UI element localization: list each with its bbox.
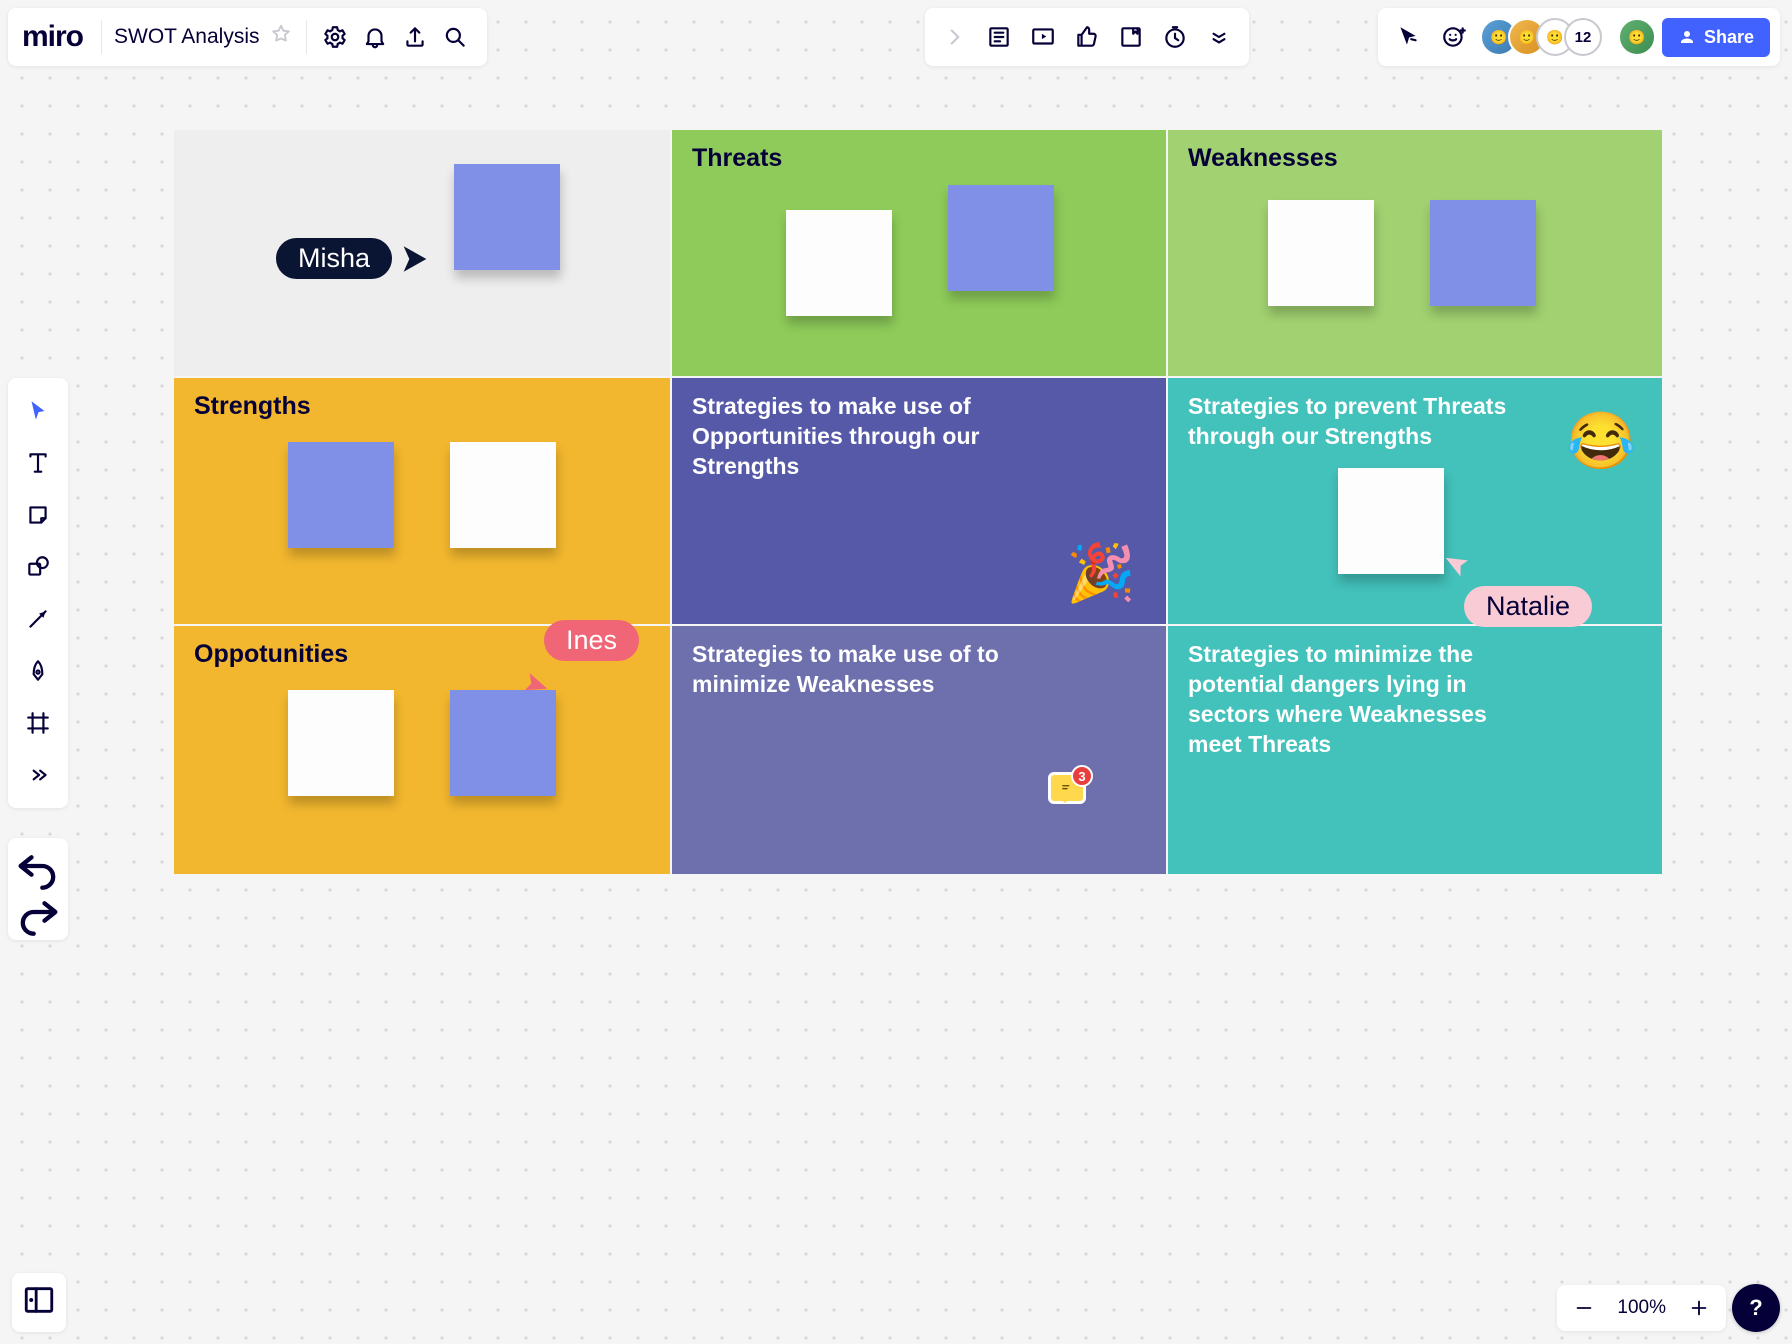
star-icon[interactable] bbox=[264, 23, 298, 51]
canvas[interactable]: Threats Weaknesses Strengths Strategies … bbox=[174, 130, 1654, 874]
swot-strategies-WO-cell[interactable]: Strategies to make use of to minimize We… bbox=[672, 626, 1166, 874]
sticky-note[interactable] bbox=[1338, 468, 1444, 574]
sticky-note[interactable] bbox=[1430, 200, 1536, 306]
cell-text: Strategies to prevent Threats through ou… bbox=[1188, 392, 1508, 452]
zoom-controls: 100% ? bbox=[1557, 1284, 1780, 1332]
help-button[interactable]: ? bbox=[1732, 1284, 1780, 1332]
comment-indicator[interactable]: 3 bbox=[1048, 772, 1086, 804]
pen-tool[interactable] bbox=[12, 646, 64, 696]
bell-icon[interactable] bbox=[355, 17, 395, 57]
shape-tool[interactable] bbox=[12, 542, 64, 592]
cell-text: Strategies to minimize the potential dan… bbox=[1188, 640, 1488, 760]
swot-weaknesses-cell[interactable]: Weaknesses bbox=[1168, 130, 1662, 376]
swot-strengths-cell[interactable]: Strengths bbox=[174, 378, 670, 624]
swot-strategies-SO-cell[interactable]: Strategies to make use of Opportunities … bbox=[672, 378, 1166, 624]
laughing-emoji-icon: 😂 bbox=[1566, 408, 1636, 474]
cell-title: Weaknesses bbox=[1188, 144, 1642, 173]
swot-threats-cell[interactable]: Threats bbox=[672, 130, 1166, 376]
cell-text: Strategies to make use of Opportunities … bbox=[692, 392, 1012, 482]
settings-icon[interactable] bbox=[315, 17, 355, 57]
thumbs-up-icon[interactable] bbox=[1067, 17, 1107, 57]
zoom-out-button[interactable] bbox=[1569, 1293, 1599, 1323]
cursor-misha: Misha bbox=[276, 238, 432, 279]
cell-text: Strategies to make use of to minimize We… bbox=[692, 640, 1012, 700]
cursor-icon bbox=[1440, 546, 1478, 584]
cursor-label: Misha bbox=[276, 238, 392, 279]
share-button-label: Share bbox=[1704, 27, 1754, 48]
cursor-icon bbox=[398, 242, 432, 276]
timer-icon[interactable] bbox=[1155, 17, 1195, 57]
share-button[interactable]: Share bbox=[1662, 18, 1770, 57]
chevron-right-icon[interactable] bbox=[935, 17, 975, 57]
sticky-note[interactable] bbox=[450, 442, 556, 548]
cursor-label: Natalie bbox=[1464, 586, 1592, 627]
app-logo[interactable]: miro bbox=[20, 20, 93, 54]
history-toolbar bbox=[8, 838, 68, 940]
more-icon[interactable] bbox=[1199, 17, 1239, 57]
cursor-natalie: Natalie bbox=[1444, 550, 1592, 627]
current-user-avatar[interactable]: 🙂 bbox=[1618, 18, 1656, 56]
zoom-in-button[interactable] bbox=[1684, 1293, 1714, 1323]
avatar-overflow-count[interactable]: 12 bbox=[1564, 18, 1602, 56]
sticky-note[interactable] bbox=[454, 164, 560, 270]
sticky-note[interactable] bbox=[288, 442, 394, 548]
cell-title: Strengths bbox=[194, 392, 650, 421]
text-tool[interactable] bbox=[12, 438, 64, 488]
party-popper-icon: 🎉 bbox=[1066, 540, 1136, 606]
divider bbox=[101, 20, 102, 54]
frames-panel-toggle[interactable] bbox=[12, 1273, 66, 1332]
cursor-icon bbox=[513, 664, 554, 705]
comment-count-badge: 3 bbox=[1071, 765, 1093, 787]
sticky-note[interactable] bbox=[450, 690, 556, 796]
zoom-level[interactable]: 100% bbox=[1617, 1297, 1666, 1319]
left-toolbar bbox=[8, 378, 68, 808]
connector-tool[interactable] bbox=[12, 594, 64, 644]
redo-button[interactable] bbox=[12, 890, 64, 934]
swot-strategies-WT-cell[interactable]: Strategies to minimize the potential dan… bbox=[1168, 626, 1662, 874]
board-title[interactable]: SWOT Analysis bbox=[110, 25, 263, 49]
present-icon[interactable] bbox=[1023, 17, 1063, 57]
collaborator-avatars[interactable]: 🙂 🙂 🙂 12 bbox=[1480, 18, 1602, 56]
select-tool[interactable] bbox=[12, 386, 64, 436]
comment-mode-icon[interactable] bbox=[1111, 17, 1151, 57]
search-icon[interactable] bbox=[435, 17, 475, 57]
sticky-note-tool[interactable] bbox=[12, 490, 64, 540]
cursor-label: Ines bbox=[544, 620, 639, 661]
hide-frames-icon[interactable] bbox=[979, 17, 1019, 57]
divider bbox=[306, 20, 307, 54]
cursor-select-icon[interactable] bbox=[1388, 17, 1428, 57]
topbar-left: miro SWOT Analysis bbox=[8, 8, 487, 66]
reactions-icon[interactable] bbox=[1434, 17, 1474, 57]
topbar-center bbox=[925, 8, 1249, 66]
cell-title: Threats bbox=[692, 144, 1146, 173]
sticky-note[interactable] bbox=[948, 185, 1054, 291]
sticky-note[interactable] bbox=[288, 690, 394, 796]
more-tools[interactable] bbox=[12, 750, 64, 800]
sticky-note[interactable] bbox=[1268, 200, 1374, 306]
upload-icon[interactable] bbox=[395, 17, 435, 57]
undo-button[interactable] bbox=[12, 844, 64, 888]
topbar-right: 🙂 🙂 🙂 12 🙂 Share bbox=[1378, 8, 1780, 66]
frame-tool[interactable] bbox=[12, 698, 64, 748]
sticky-note[interactable] bbox=[786, 210, 892, 316]
cursor-ines: Ines bbox=[518, 620, 639, 699]
